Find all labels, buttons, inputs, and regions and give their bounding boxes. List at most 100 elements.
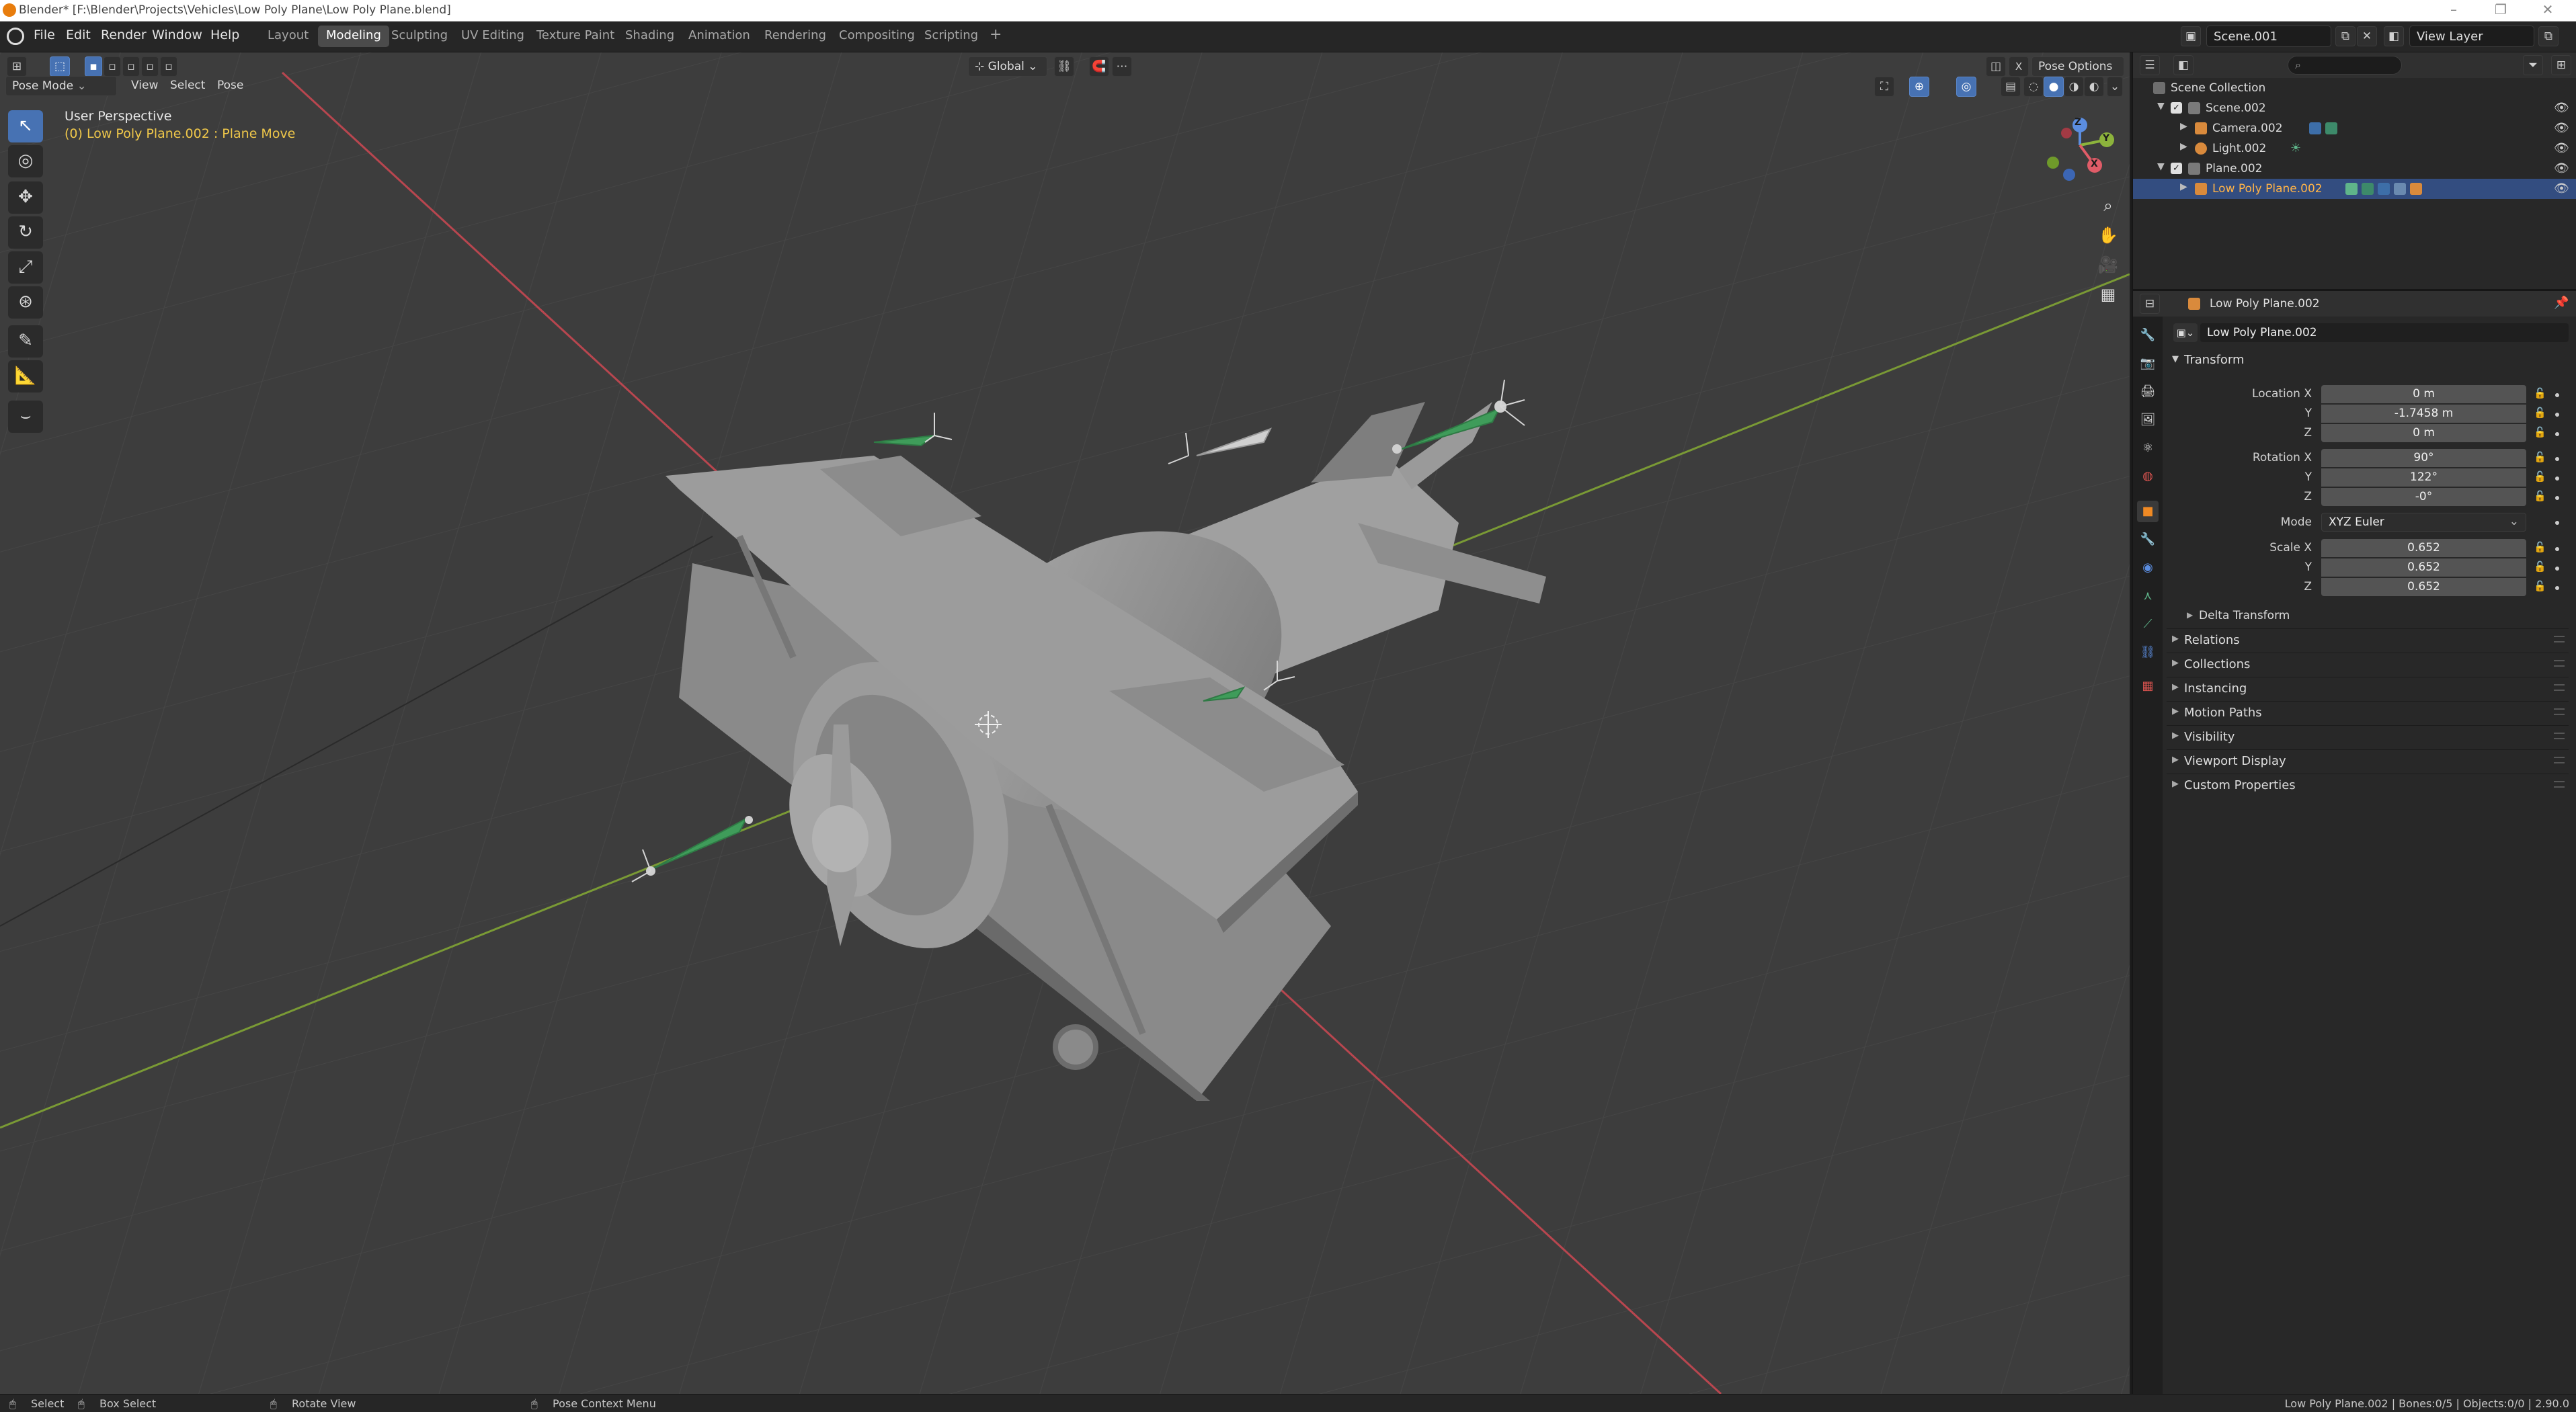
outliner-row-camera-002[interactable]: ▶ Camera.002 👁: [2133, 118, 2576, 138]
visibility-eye-icon[interactable]: 👁: [2554, 141, 2569, 155]
annotate-tool-icon[interactable]: ✎: [8, 325, 43, 358]
lock-icon[interactable]: 🔓: [2534, 560, 2546, 573]
drag-grip-icon[interactable]: [2554, 733, 2565, 739]
panel-instancing[interactable]: ▶ Instancing: [2167, 677, 2569, 700]
transform-orientation-dropdown[interactable]: ⊹ Global ⌄: [968, 56, 1047, 77]
select-mode-extend-icon[interactable]: ▫: [104, 56, 121, 77]
bone-roll-tool-icon[interactable]: ⌣: [8, 401, 43, 433]
outliner-row-scene-collection[interactable]: Scene Collection: [2133, 78, 2576, 98]
lock-icon[interactable]: 🔓: [2534, 580, 2546, 592]
tab-scripting[interactable]: Scripting: [916, 26, 986, 47]
ortho-grid-icon[interactable]: ▦: [2093, 280, 2123, 309]
outliner-row-light-002[interactable]: ▶ Light.002 ☀ 👁: [2133, 138, 2576, 159]
panel-visibility[interactable]: ▶ Visibility: [2167, 725, 2569, 748]
lock-icon[interactable]: 🔓: [2534, 451, 2546, 463]
rotate-tool-icon[interactable]: ↻: [8, 216, 43, 249]
tab-modeling[interactable]: Modeling: [318, 26, 389, 47]
scale-tool-icon[interactable]: ⤢: [8, 251, 43, 284]
tab-sculpting[interactable]: Sculpting: [383, 26, 456, 47]
scene-browse-icon[interactable]: ▣: [2181, 26, 2201, 46]
keyframe-dot[interactable]: [2555, 413, 2559, 417]
camera-view-icon[interactable]: 🎥: [2093, 250, 2123, 280]
scale-y-field[interactable]: 0.652: [2321, 558, 2526, 577]
drag-grip-icon[interactable]: [2554, 636, 2565, 642]
tab-bone-icon[interactable]: ⟋: [2137, 614, 2159, 635]
tab-render-icon[interactable]: 📷: [2137, 353, 2159, 374]
tab-constraints-icon[interactable]: ⛓: [2137, 642, 2159, 663]
expand-arrow-icon[interactable]: ▼: [2157, 101, 2165, 112]
mirror-x-icon[interactable]: ◫: [1986, 56, 2006, 77]
outliner-row-scene-002[interactable]: ▼ ✓ Scene.002 👁: [2133, 98, 2576, 118]
gizmo-toggle-icon[interactable]: ⊕: [1909, 77, 1929, 97]
drag-grip-icon[interactable]: [2554, 660, 2565, 667]
visibility-eye-icon[interactable]: 👁: [2554, 101, 2569, 115]
pose-close-x[interactable]: X: [2009, 56, 2029, 77]
drag-grip-icon[interactable]: [2554, 708, 2565, 715]
outliner-row-plane-002[interactable]: ▼ ✓ Plane.002 👁: [2133, 159, 2576, 179]
pose-options-dropdown[interactable]: Pose Options: [2031, 56, 2124, 77]
rotation-x-field[interactable]: 90°: [2321, 449, 2526, 467]
view-layer-browse-icon[interactable]: ◧: [2384, 26, 2404, 46]
object-browse-icon[interactable]: ▣⌄: [2173, 323, 2198, 342]
display-mode-icon[interactable]: ◧: [2173, 55, 2193, 75]
xray-toggle-icon[interactable]: ▤: [2001, 77, 2021, 97]
expand-arrow-icon[interactable]: ▶: [2180, 181, 2187, 192]
tab-animation[interactable]: Animation: [680, 26, 758, 47]
drag-grip-icon[interactable]: [2554, 757, 2565, 763]
select-mode-new-icon[interactable]: ▪: [85, 56, 102, 77]
lock-icon[interactable]: 🔓: [2534, 541, 2546, 553]
editor-type-icon[interactable]: ⊞: [7, 56, 27, 77]
tab-uv-editing[interactable]: UV Editing: [453, 26, 532, 47]
expand-arrow-icon[interactable]: ▶: [2180, 121, 2187, 132]
location-x-field[interactable]: 0 m: [2321, 385, 2526, 403]
keyframe-dot[interactable]: [2555, 432, 2559, 436]
lock-icon[interactable]: 🔓: [2534, 407, 2546, 419]
menu-render[interactable]: Render: [101, 28, 147, 42]
add-workspace-button[interactable]: +: [981, 24, 1010, 45]
panel-viewport-display[interactable]: ▶ Viewport Display: [2167, 749, 2569, 772]
new-view-layer-icon[interactable]: ⧉: [2538, 26, 2559, 46]
pan-hand-icon[interactable]: ✋: [2093, 220, 2123, 250]
menu-pose[interactable]: Pose: [211, 76, 249, 96]
shading-solid-icon[interactable]: ●: [2044, 77, 2064, 97]
transform-panel-header[interactable]: ▼ Transform: [2167, 349, 2569, 373]
lock-icon[interactable]: 🔓: [2534, 490, 2546, 502]
view-layer-field[interactable]: View Layer: [2409, 26, 2534, 47]
select-box-tool-icon[interactable]: ↖: [8, 110, 43, 142]
scene-name-field[interactable]: Scene.001: [2206, 26, 2331, 47]
select-mode-intersect-icon[interactable]: ▫: [160, 56, 177, 77]
scale-z-field[interactable]: 0.652: [2321, 578, 2526, 596]
keyframe-dot[interactable]: [2555, 393, 2559, 397]
tab-rendering[interactable]: Rendering: [756, 26, 834, 47]
menu-window[interactable]: Window: [152, 28, 202, 42]
new-collection-icon[interactable]: ⊞: [2551, 55, 2571, 75]
location-y-field[interactable]: -1.7458 m: [2321, 405, 2526, 423]
maximize-button[interactable]: ❐: [2481, 1, 2521, 19]
measure-tool-icon[interactable]: 📐: [8, 360, 43, 392]
properties-editor-type-icon[interactable]: ⊟: [2140, 294, 2160, 314]
rotation-z-field[interactable]: -0°: [2321, 488, 2526, 506]
visibility-eye-icon[interactable]: 👁: [2554, 161, 2569, 175]
outliner-editor-type-icon[interactable]: ☰: [2140, 55, 2160, 75]
delta-transform-subpanel[interactable]: ▶ Delta Transform: [2183, 606, 2559, 626]
shading-material-icon[interactable]: ◑: [2064, 77, 2084, 97]
expand-arrow-icon[interactable]: ▼: [2157, 161, 2165, 172]
collection-checkbox[interactable]: ✓: [2171, 163, 2182, 174]
zoom-icon[interactable]: ⌕: [2093, 191, 2123, 220]
scale-x-field[interactable]: 0.652: [2321, 539, 2526, 557]
rotation-mode-dropdown[interactable]: XYZ Euler ⌄: [2321, 513, 2526, 532]
location-z-field[interactable]: 0 m: [2321, 424, 2526, 442]
lock-icon[interactable]: 🔓: [2534, 470, 2546, 483]
3d-viewport[interactable]: ⊞ ⬚ ▪ ▫ ▫ ▫ ▫ Pose Mode ⌄ View Select Po…: [0, 52, 2130, 1394]
panel-relations[interactable]: ▶ Relations: [2167, 628, 2569, 651]
drag-grip-icon[interactable]: [2554, 781, 2565, 788]
snap-target-icon[interactable]: ⋯: [1112, 56, 1132, 77]
snap-icon[interactable]: 🧲: [1089, 56, 1109, 77]
menu-select[interactable]: Select: [164, 76, 211, 96]
minimize-button[interactable]: –: [2433, 1, 2474, 19]
pivot-point-icon[interactable]: ⛓: [1054, 56, 1074, 77]
overlays-toggle-icon[interactable]: ◎: [1956, 77, 1976, 97]
outliner-row-low-poly-plane-002[interactable]: ▶ Low Poly Plane.002 👁: [2133, 179, 2576, 199]
close-window-button[interactable]: ✕: [2528, 1, 2568, 19]
gizmo-x-label[interactable]: X: [2091, 159, 2098, 169]
